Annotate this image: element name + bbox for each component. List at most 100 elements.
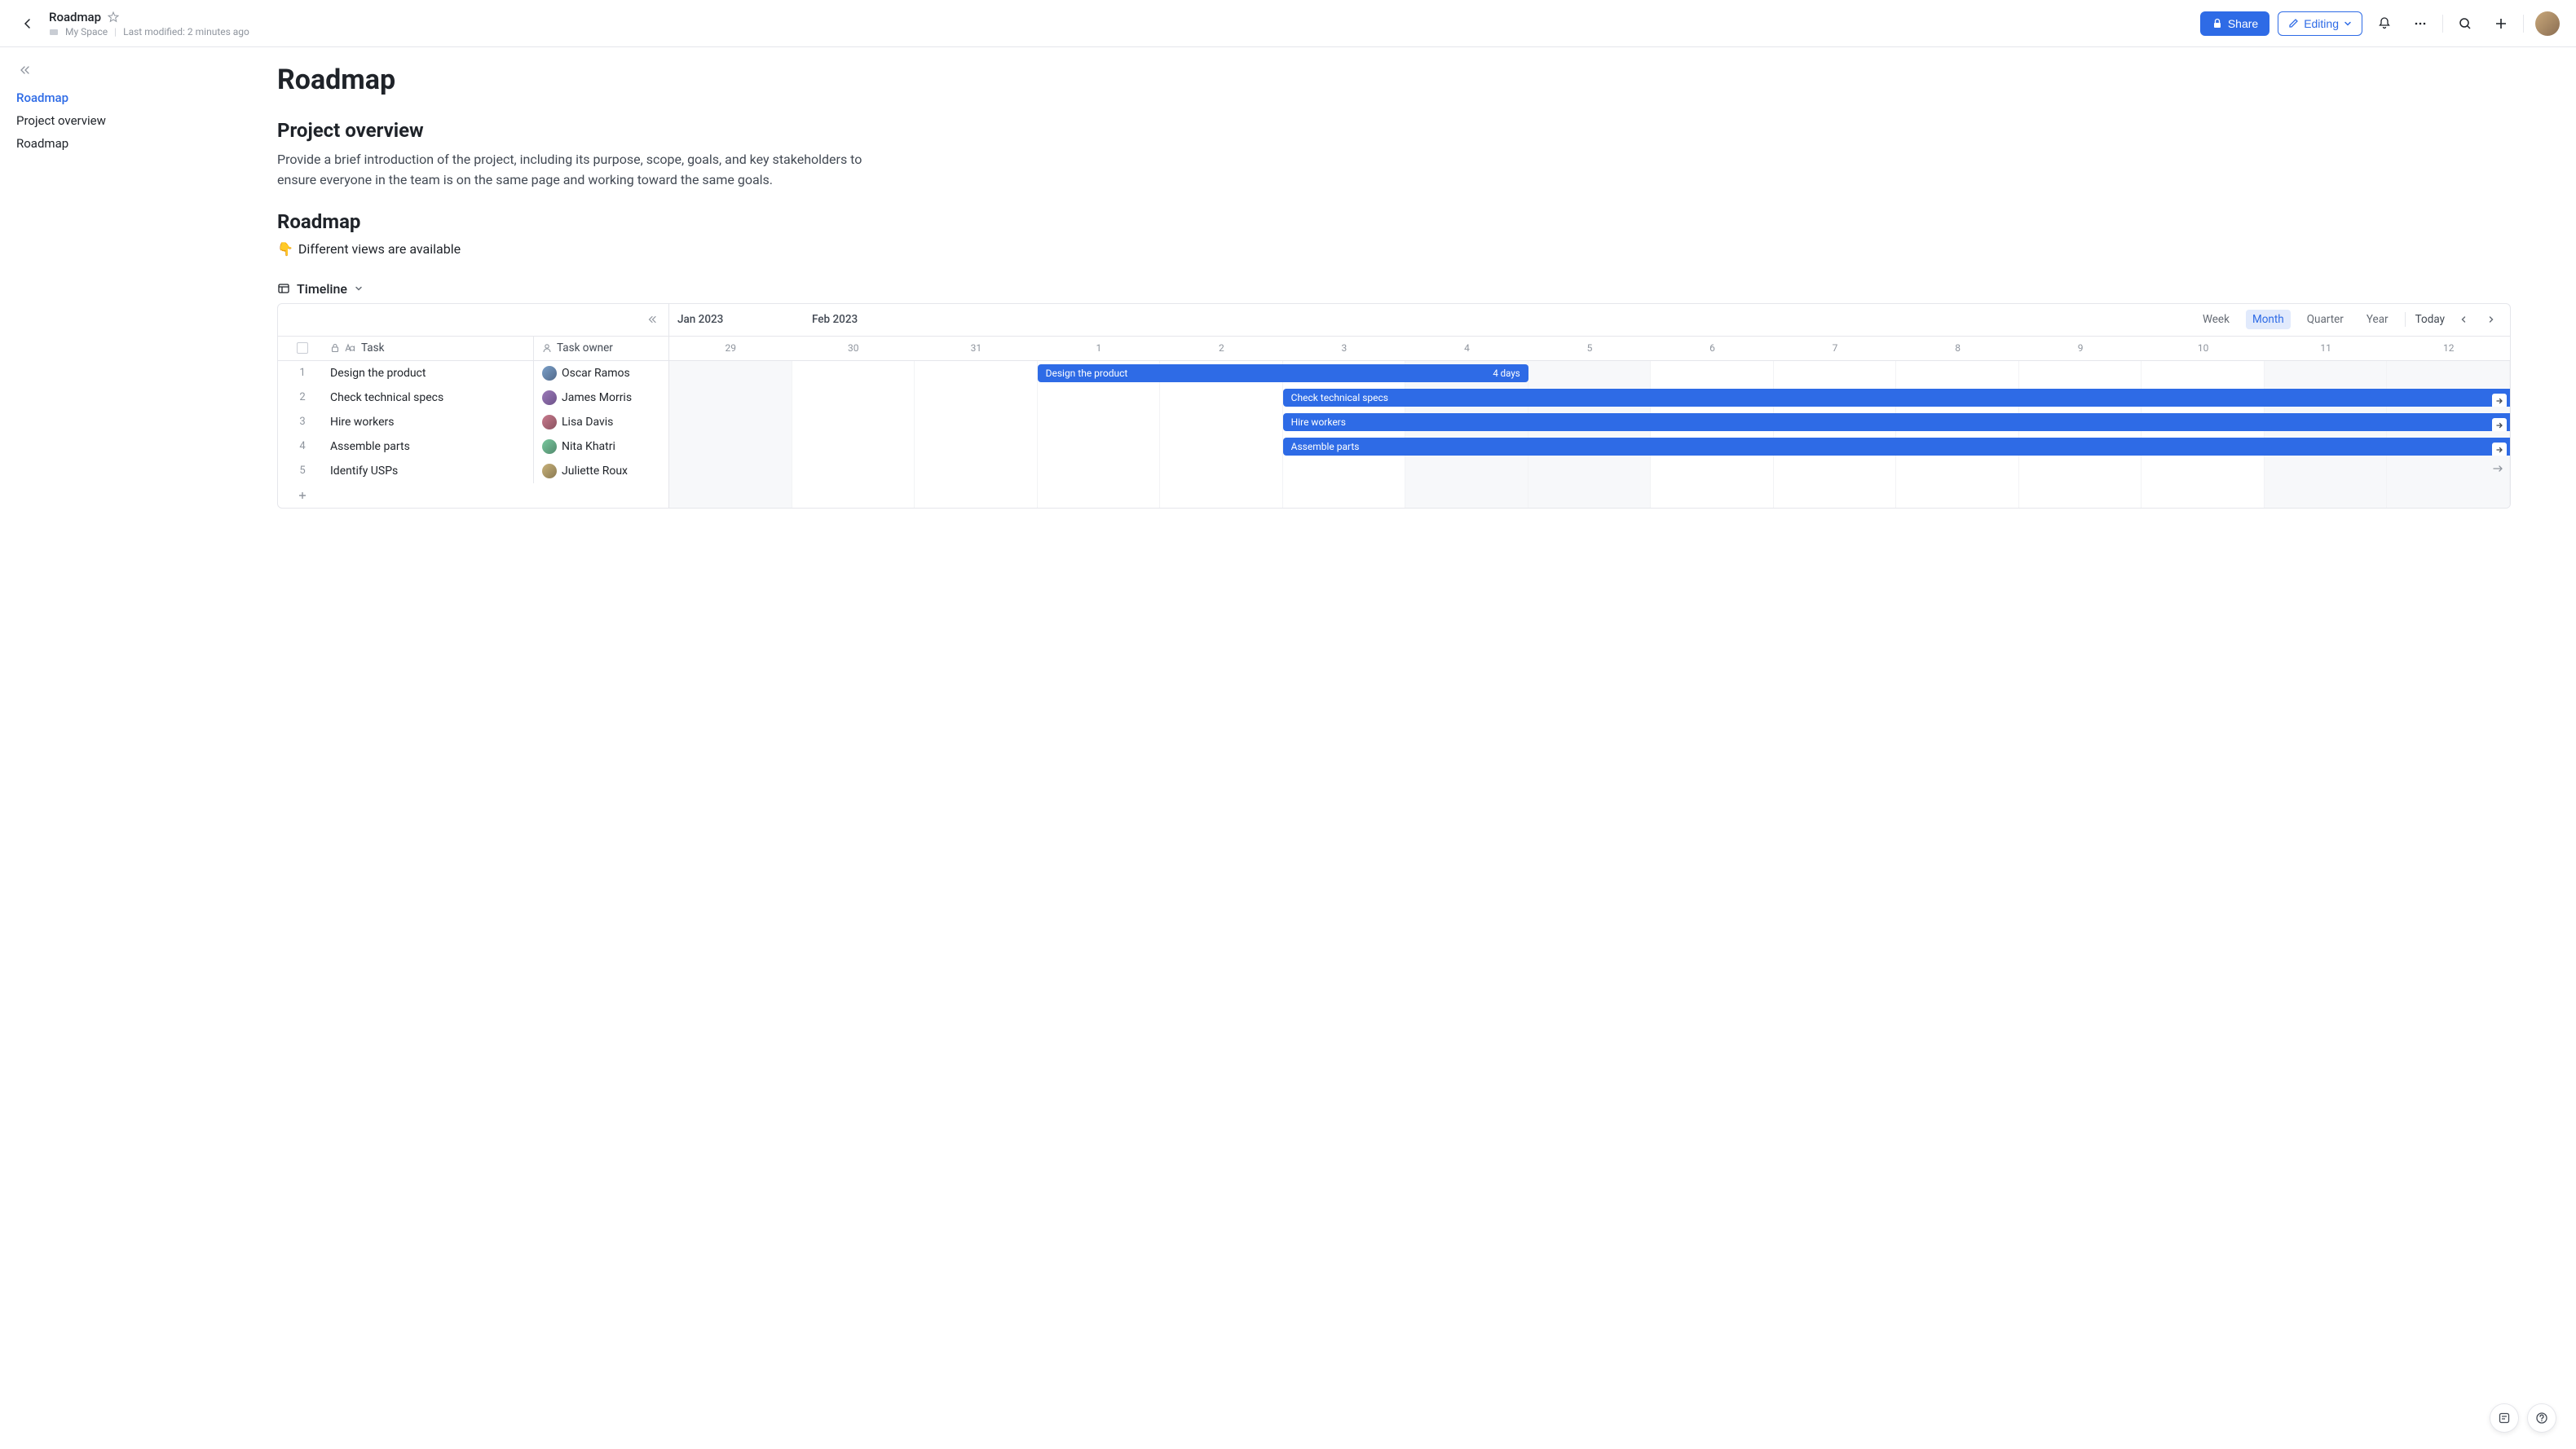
overview-heading[interactable]: Project overview [277, 119, 2511, 142]
bar-label: Check technical specs [1291, 392, 1388, 403]
plus-icon [2494, 16, 2508, 31]
task-name-cell[interactable]: Design the product [327, 361, 534, 385]
day-column-header: 30 [792, 337, 915, 360]
roadmap-heading[interactable]: Roadmap [277, 210, 2511, 233]
chevron-down-icon [2344, 20, 2352, 28]
chart-cell [1038, 385, 1161, 410]
person-icon [542, 343, 552, 353]
owner-column-header[interactable]: Task owner [557, 341, 613, 355]
chart-cell [1774, 459, 1897, 483]
sidebar-item[interactable]: Project overview [16, 109, 228, 132]
page-title[interactable]: Roadmap [277, 64, 2511, 96]
timeline-chart[interactable]: 293031123456789101112 Design the product… [669, 337, 2510, 508]
add-row-button[interactable] [278, 490, 327, 501]
table-row[interactable]: 5 Identify USPs Juliette Roux [278, 459, 668, 483]
plus-icon [297, 490, 308, 501]
chevron-left-icon [21, 17, 34, 30]
table-row[interactable]: 3 Hire workers Lisa Davis [278, 410, 668, 434]
table-row[interactable]: 2 Check technical specs James Morris [278, 385, 668, 410]
timeline-view-selector[interactable]: Timeline [277, 281, 2511, 297]
owner-name: Nita Khatri [562, 440, 615, 453]
task-owner-cell[interactable]: Nita Khatri [534, 439, 668, 454]
task-owner-cell[interactable]: Lisa Davis [534, 415, 668, 429]
user-avatar[interactable] [2535, 11, 2560, 36]
task-name-cell[interactable]: Assemble parts [327, 434, 534, 459]
bar-overflow-arrow[interactable] [2492, 443, 2507, 456]
select-all-checkbox[interactable] [297, 342, 308, 354]
chart-cell [669, 459, 792, 483]
floating-buttons [2490, 1403, 2556, 1433]
back-button[interactable] [16, 12, 39, 35]
gantt-bar[interactable]: Assemble parts [1283, 438, 2510, 456]
gantt-bar[interactable]: Design the product4 days [1038, 364, 1528, 382]
chart-cell [792, 361, 915, 385]
task-owner-cell[interactable]: James Morris [534, 390, 668, 405]
search-button[interactable] [2451, 10, 2479, 37]
task-owner-cell[interactable]: Oscar Ramos [534, 366, 668, 381]
timeline-next-button[interactable] [2482, 310, 2500, 328]
zoom-week-button[interactable]: Week [2196, 310, 2236, 329]
add-button[interactable] [2487, 10, 2515, 37]
collapse-sidebar-button[interactable] [16, 62, 33, 78]
overview-body[interactable]: Provide a brief introduction of the proj… [277, 150, 897, 191]
table-row[interactable]: 4 Assemble parts Nita Khatri [278, 434, 668, 459]
sidebar-item[interactable]: Roadmap [16, 86, 228, 109]
chart-cell [2265, 361, 2388, 385]
sidebar-item[interactable]: Roadmap [16, 132, 228, 155]
last-modified: Last modified: 2 minutes ago [123, 26, 249, 37]
doc-title[interactable]: Roadmap [49, 10, 101, 24]
table-row[interactable]: 1 Design the product Oscar Ramos [278, 361, 668, 385]
chart-cell [1651, 459, 1774, 483]
timeline-table: Task Task owner 1 Design the product Osc… [278, 337, 669, 508]
zoom-month-button[interactable]: Month [2246, 310, 2291, 329]
timeline-component: Jan 2023 Feb 2023 Week Month Quarter Yea… [277, 303, 2511, 509]
feedback-button[interactable] [2490, 1403, 2519, 1433]
note-icon [2498, 1412, 2511, 1425]
bar-overflow-arrow[interactable] [2492, 418, 2507, 431]
task-name-cell[interactable]: Hire workers [327, 410, 534, 434]
lock-icon [330, 343, 340, 353]
chart-cell [669, 410, 792, 434]
task-column-header[interactable]: Task [361, 341, 384, 355]
chart-cell [1896, 459, 2019, 483]
task-name-cell[interactable]: Check technical specs [327, 385, 534, 410]
today-button[interactable]: Today [2415, 313, 2445, 326]
owner-name: Lisa Davis [562, 416, 613, 429]
gantt-bar[interactable]: Hire workers [1283, 413, 2510, 431]
text-format-icon [345, 343, 356, 353]
chart-cell [1774, 361, 1897, 385]
owner-name: Juliette Roux [562, 465, 628, 478]
row-number: 3 [278, 416, 327, 428]
breadcrumb-space[interactable]: My Space [65, 26, 108, 37]
more-button[interactable] [2406, 10, 2434, 37]
task-name-cell[interactable]: Identify USPs [327, 459, 534, 483]
notifications-button[interactable] [2371, 10, 2398, 37]
star-button[interactable] [106, 10, 121, 24]
timeline-view-label: Timeline [297, 281, 347, 297]
chart-cell [1160, 385, 1283, 410]
chart-cell [792, 434, 915, 459]
gantt-bar[interactable]: Check technical specs [1283, 389, 2510, 407]
day-column-header: 3 [1283, 337, 1406, 360]
bar-label: Assemble parts [1291, 441, 1360, 452]
chart-cell [2142, 361, 2265, 385]
callout[interactable]: 👇 Different views are available [277, 241, 2511, 257]
help-button[interactable] [2527, 1403, 2556, 1433]
zoom-year-button[interactable]: Year [2360, 310, 2395, 329]
share-button[interactable]: Share [2200, 11, 2269, 36]
breadcrumb: My Space | Last modified: 2 minutes ago [49, 26, 249, 37]
editing-button[interactable]: Editing [2278, 11, 2362, 36]
timeline-prev-button[interactable] [2455, 310, 2472, 328]
collapse-table-button[interactable] [644, 311, 660, 328]
offscreen-indicator[interactable] [2492, 465, 2503, 473]
chart-cell [2142, 459, 2265, 483]
chart-cell [2019, 459, 2142, 483]
owner-name: James Morris [562, 391, 632, 404]
chevron-right-icon [2487, 315, 2495, 324]
bar-overflow-arrow[interactable] [2492, 394, 2507, 407]
zoom-quarter-button[interactable]: Quarter [2300, 310, 2350, 329]
task-owner-cell[interactable]: Juliette Roux [534, 464, 668, 478]
title-block: Roadmap My Space | Last modified: 2 minu… [49, 10, 249, 37]
chart-cell [1038, 459, 1161, 483]
header-left: Roadmap My Space | Last modified: 2 minu… [16, 10, 249, 37]
